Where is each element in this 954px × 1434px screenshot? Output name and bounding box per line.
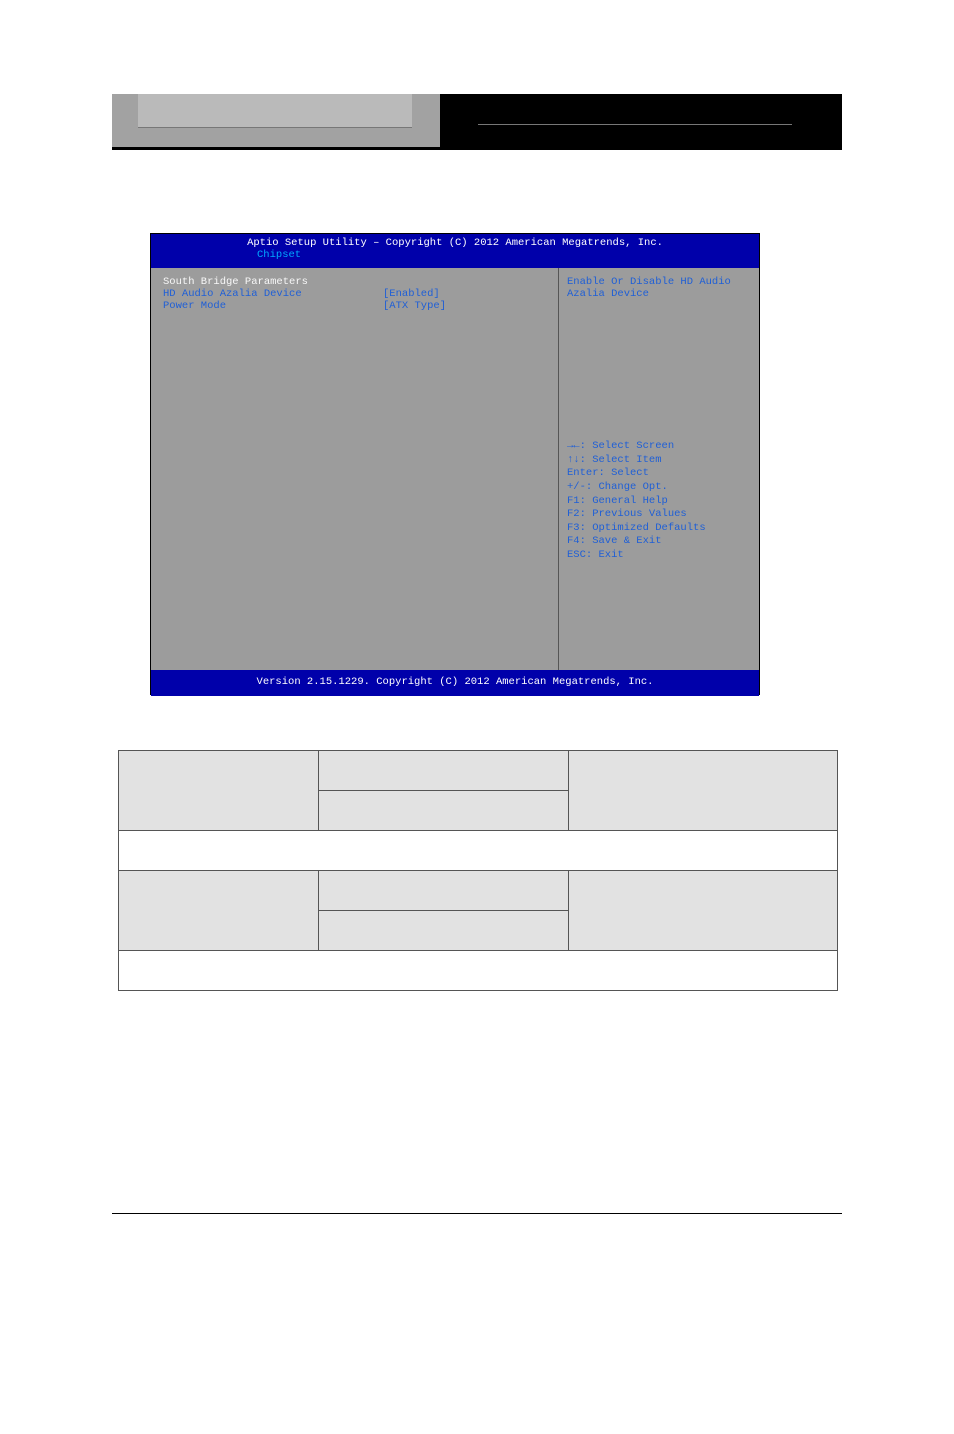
bios-key-line: F2: Previous Values (567, 508, 751, 522)
bios-item-label: HD Audio Azalia Device (163, 288, 383, 300)
header-left-inner (138, 94, 412, 128)
bios-footer: Version 2.15.1229. Copyright (C) 2012 Am… (151, 670, 759, 696)
opt-name-cell (119, 871, 319, 951)
bios-tab-chipset: Chipset (251, 249, 307, 261)
bios-key-line: F3: Optimized Defaults (567, 522, 751, 536)
opt-full-row (119, 831, 838, 871)
opt-value-cell (319, 871, 569, 911)
bios-key-hints: →←: Select Screen ↑↓: Select Item Enter:… (567, 440, 751, 563)
bios-key-line: →←: Select Screen (567, 440, 751, 454)
bios-key-line: F1: General Help (567, 495, 751, 509)
opt-desc-cell (569, 751, 838, 831)
bios-key-line: ESC: Exit (567, 549, 751, 563)
bios-body: South Bridge Parameters HD Audio Azalia … (151, 268, 759, 670)
table-row (119, 951, 838, 991)
bios-right-pane: Enable Or Disable HD Audio Azalia Device… (559, 268, 759, 670)
bios-key-line: ↑↓: Select Item (567, 454, 751, 468)
bios-title: Aptio Setup Utility – Copyright (C) 2012… (151, 237, 759, 249)
opt-full-row (119, 951, 838, 991)
bios-item-label: Power Mode (163, 300, 383, 312)
bios-item-row[interactable]: Power Mode [ATX Type] (163, 300, 546, 312)
opt-desc-cell (569, 871, 838, 951)
bios-key-line: Enter: Select (567, 467, 751, 481)
bios-key-line: +/-: Change Opt. (567, 481, 751, 495)
page-header-bar (112, 94, 842, 150)
table-row (119, 751, 838, 791)
bios-item-row[interactable]: HD Audio Azalia Device [Enabled] (163, 288, 546, 300)
bios-left-pane: South Bridge Parameters HD Audio Azalia … (151, 268, 559, 670)
bios-section-heading: South Bridge Parameters (163, 276, 546, 288)
options-table (118, 750, 838, 991)
bios-title-bar: Aptio Setup Utility – Copyright (C) 2012… (151, 234, 759, 268)
bios-help-line: Enable Or Disable HD Audio (567, 276, 751, 288)
opt-value-cell (319, 751, 569, 791)
header-right-underline (478, 124, 792, 125)
bios-key-line: F4: Save & Exit (567, 535, 751, 549)
table-row (119, 831, 838, 871)
opt-name-cell (119, 751, 319, 831)
bios-help-line: Azalia Device (567, 288, 751, 300)
opt-value-cell (319, 911, 569, 951)
bios-item-value: [ATX Type] (383, 300, 446, 312)
header-left-block (112, 94, 440, 147)
opt-value-cell (319, 791, 569, 831)
table-row (119, 871, 838, 911)
bios-item-value: [Enabled] (383, 288, 440, 300)
page-footer-rule (112, 1213, 842, 1214)
bios-screenshot: Aptio Setup Utility – Copyright (C) 2012… (150, 233, 760, 695)
